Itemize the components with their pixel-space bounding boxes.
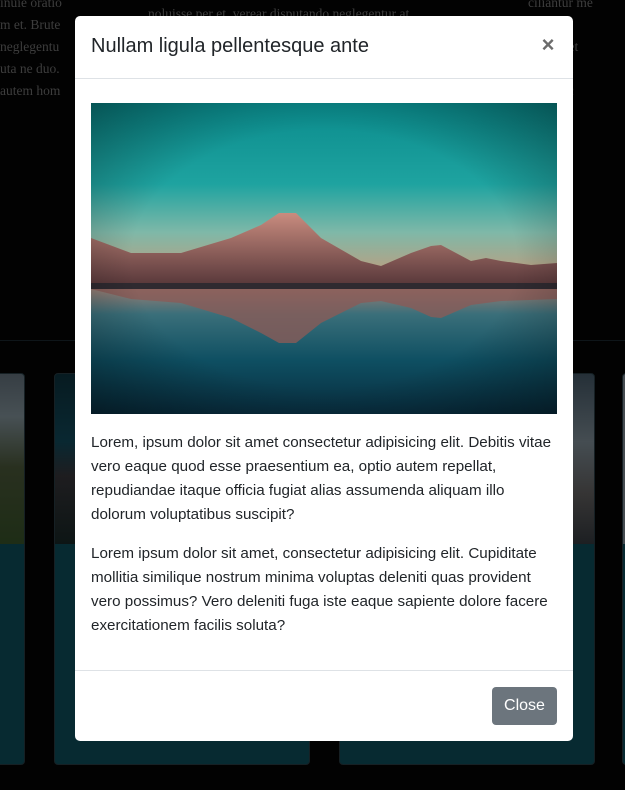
close-button[interactable]: Close: [492, 687, 557, 725]
modal-dialog: Nullam ligula pellentesque ante × Lorem,…: [75, 16, 573, 741]
modal-paragraph: Lorem ipsum dolor sit amet, consectetur …: [91, 545, 548, 634]
modal-footer: Close: [75, 670, 573, 741]
modal-paragraph: Lorem, ipsum dolor sit amet consectetur …: [91, 434, 552, 523]
modal-title: Nullam ligula pellentesque ante: [91, 35, 369, 57]
modal-body: Lorem, ipsum dolor sit amet consectetur …: [91, 103, 557, 638]
landscape-photo: [91, 103, 557, 414]
modal-header: Nullam ligula pellentesque ante ×: [75, 16, 573, 79]
close-icon[interactable]: ×: [537, 32, 559, 57]
